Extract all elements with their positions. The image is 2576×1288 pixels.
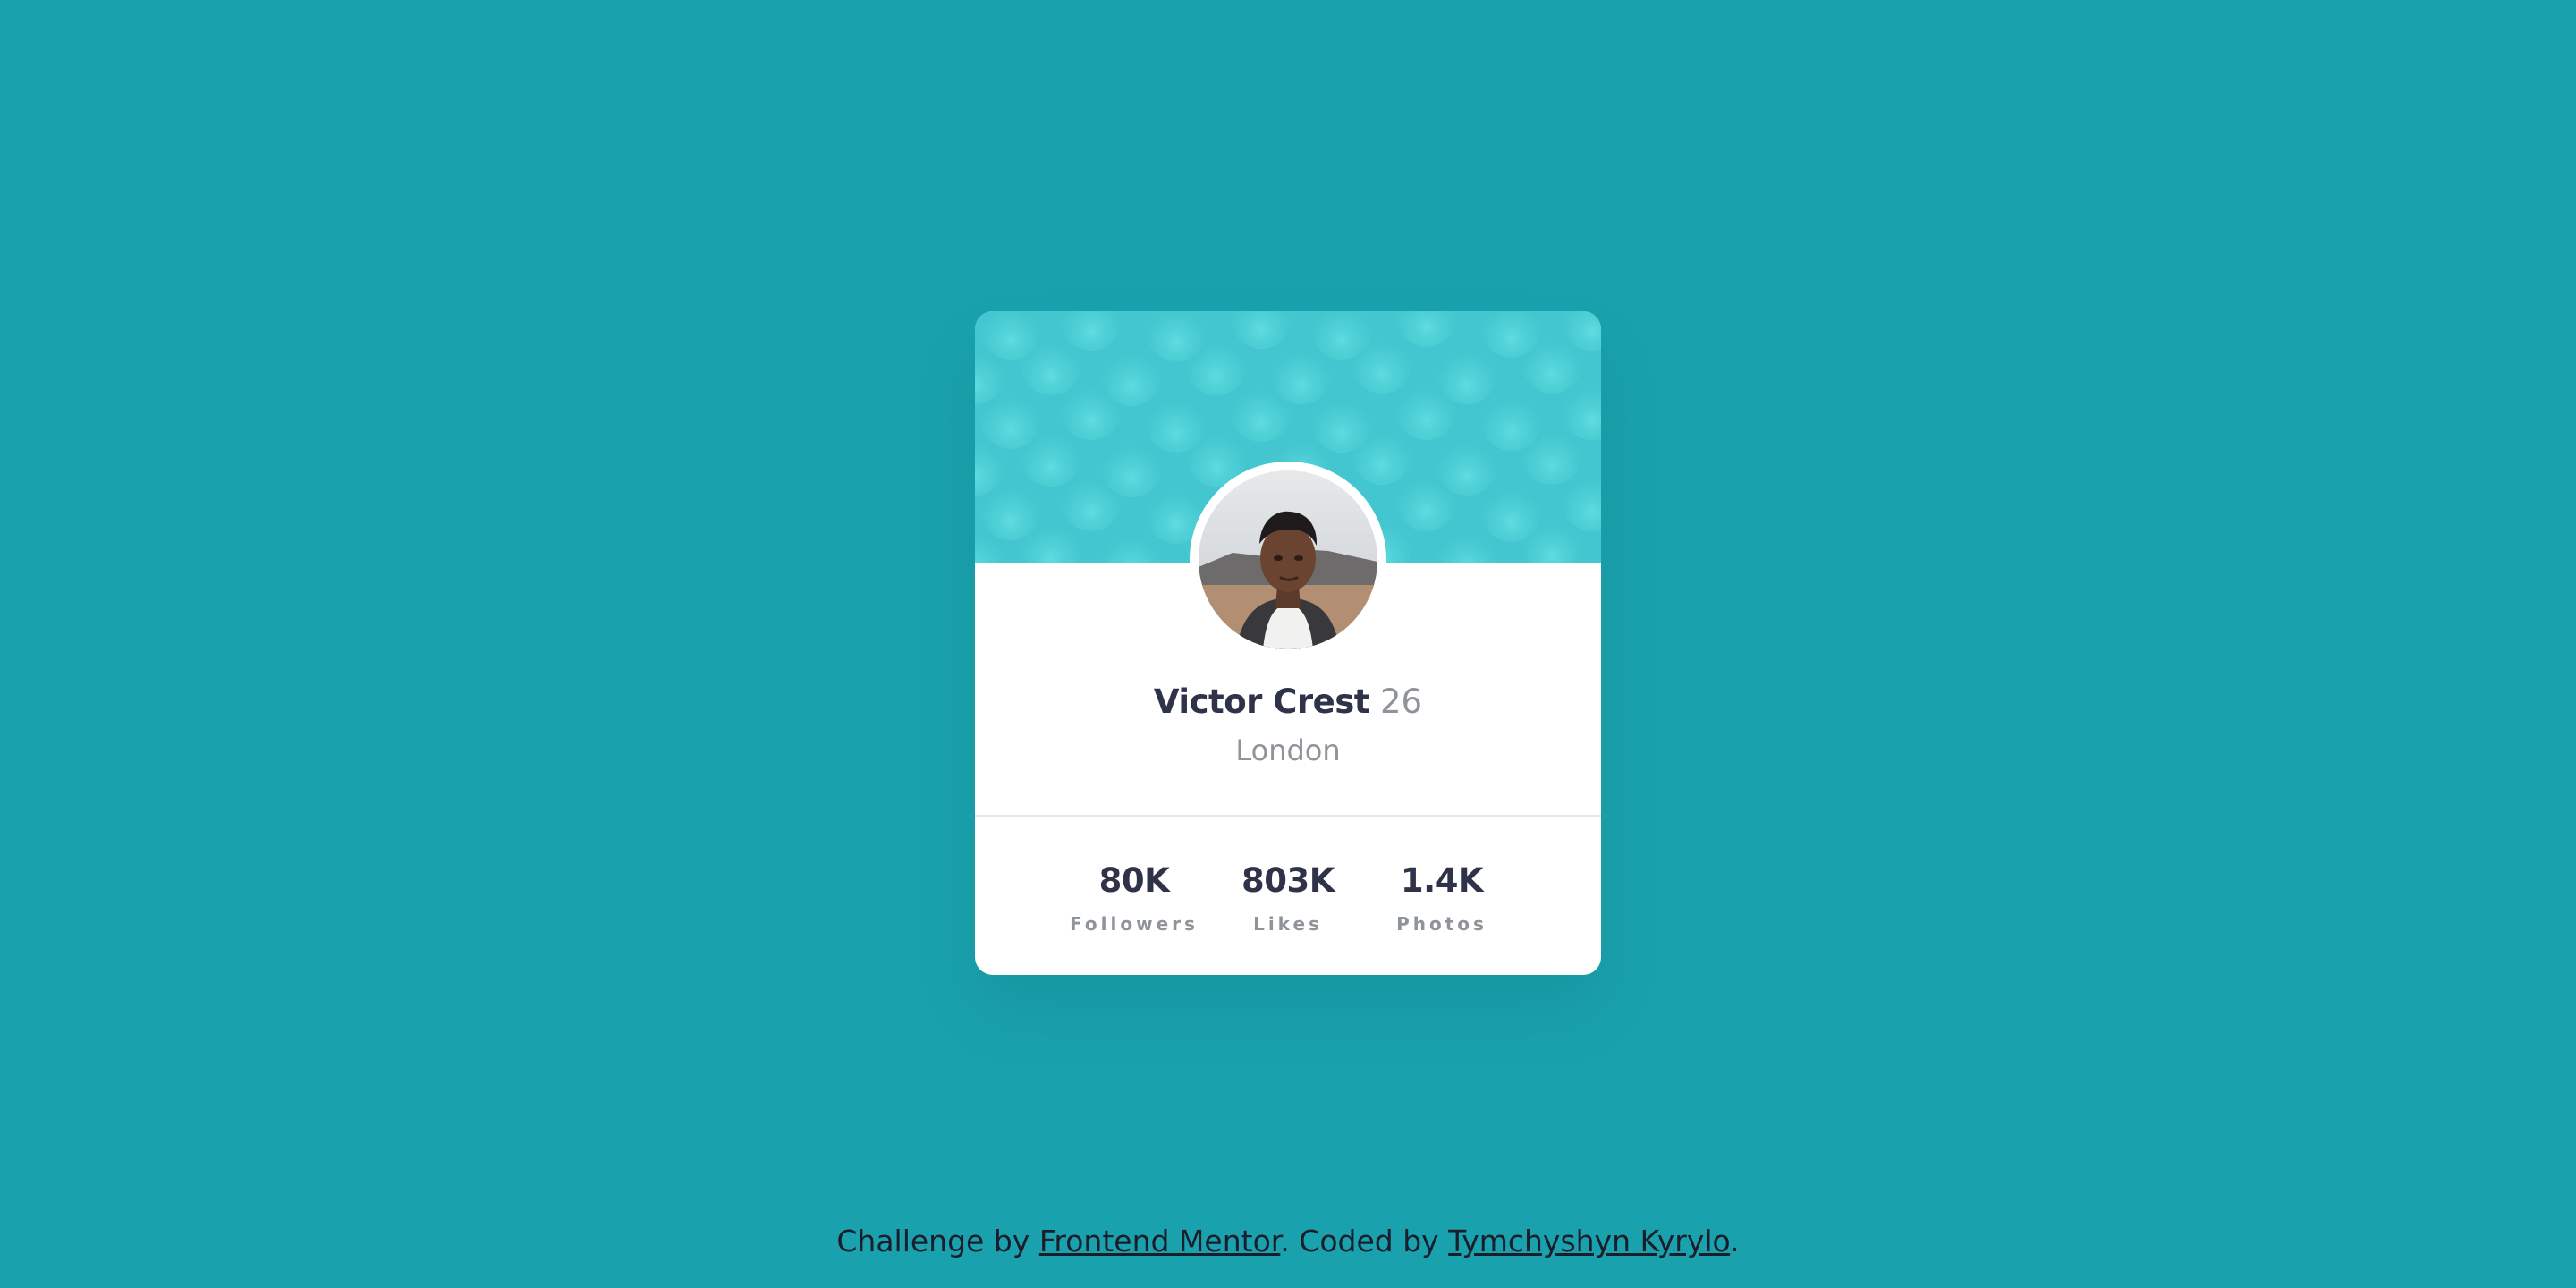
name-line: Victor Crest 26 xyxy=(975,678,1601,726)
card-divider xyxy=(975,815,1601,817)
person-avatar-icon xyxy=(1199,470,1377,649)
stat-value: 80K xyxy=(1098,861,1170,900)
identity-block: Victor Crest 26 London xyxy=(975,678,1601,771)
stat-likes: 803K Likes xyxy=(1208,859,1368,936)
footer-suffix: . xyxy=(1730,1224,1740,1258)
stat-value: 803K xyxy=(1241,861,1335,900)
author-link[interactable]: Tymchyshyn Kyrylo xyxy=(1448,1224,1730,1258)
stat-followers: 80K Followers xyxy=(1054,859,1215,936)
footer-prefix: Challenge by xyxy=(836,1224,1039,1258)
stats-row: 80K Followers 803K Likes 1.4K Photos xyxy=(975,859,1601,948)
footer-middle: . Coded by xyxy=(1280,1224,1449,1258)
stat-value: 1.4K xyxy=(1400,861,1484,900)
avatar xyxy=(1190,462,1386,658)
stat-label: Photos xyxy=(1396,913,1487,935)
stat-label: Followers xyxy=(1070,913,1199,935)
profile-age: 26 xyxy=(1379,682,1423,721)
stat-label: Likes xyxy=(1253,913,1323,935)
profile-card: Victor Crest 26 London 80K Followers 803K… xyxy=(975,311,1601,975)
frontend-mentor-link[interactable]: Frontend Mentor xyxy=(1039,1224,1280,1258)
profile-city: London xyxy=(1235,733,1341,767)
profile-photo xyxy=(1199,470,1377,649)
stat-photos: 1.4K Photos xyxy=(1361,859,1522,936)
profile-name: Victor Crest xyxy=(1153,682,1370,721)
attribution-footer: Challenge by Frontend Mentor. Coded by T… xyxy=(0,1222,2576,1261)
